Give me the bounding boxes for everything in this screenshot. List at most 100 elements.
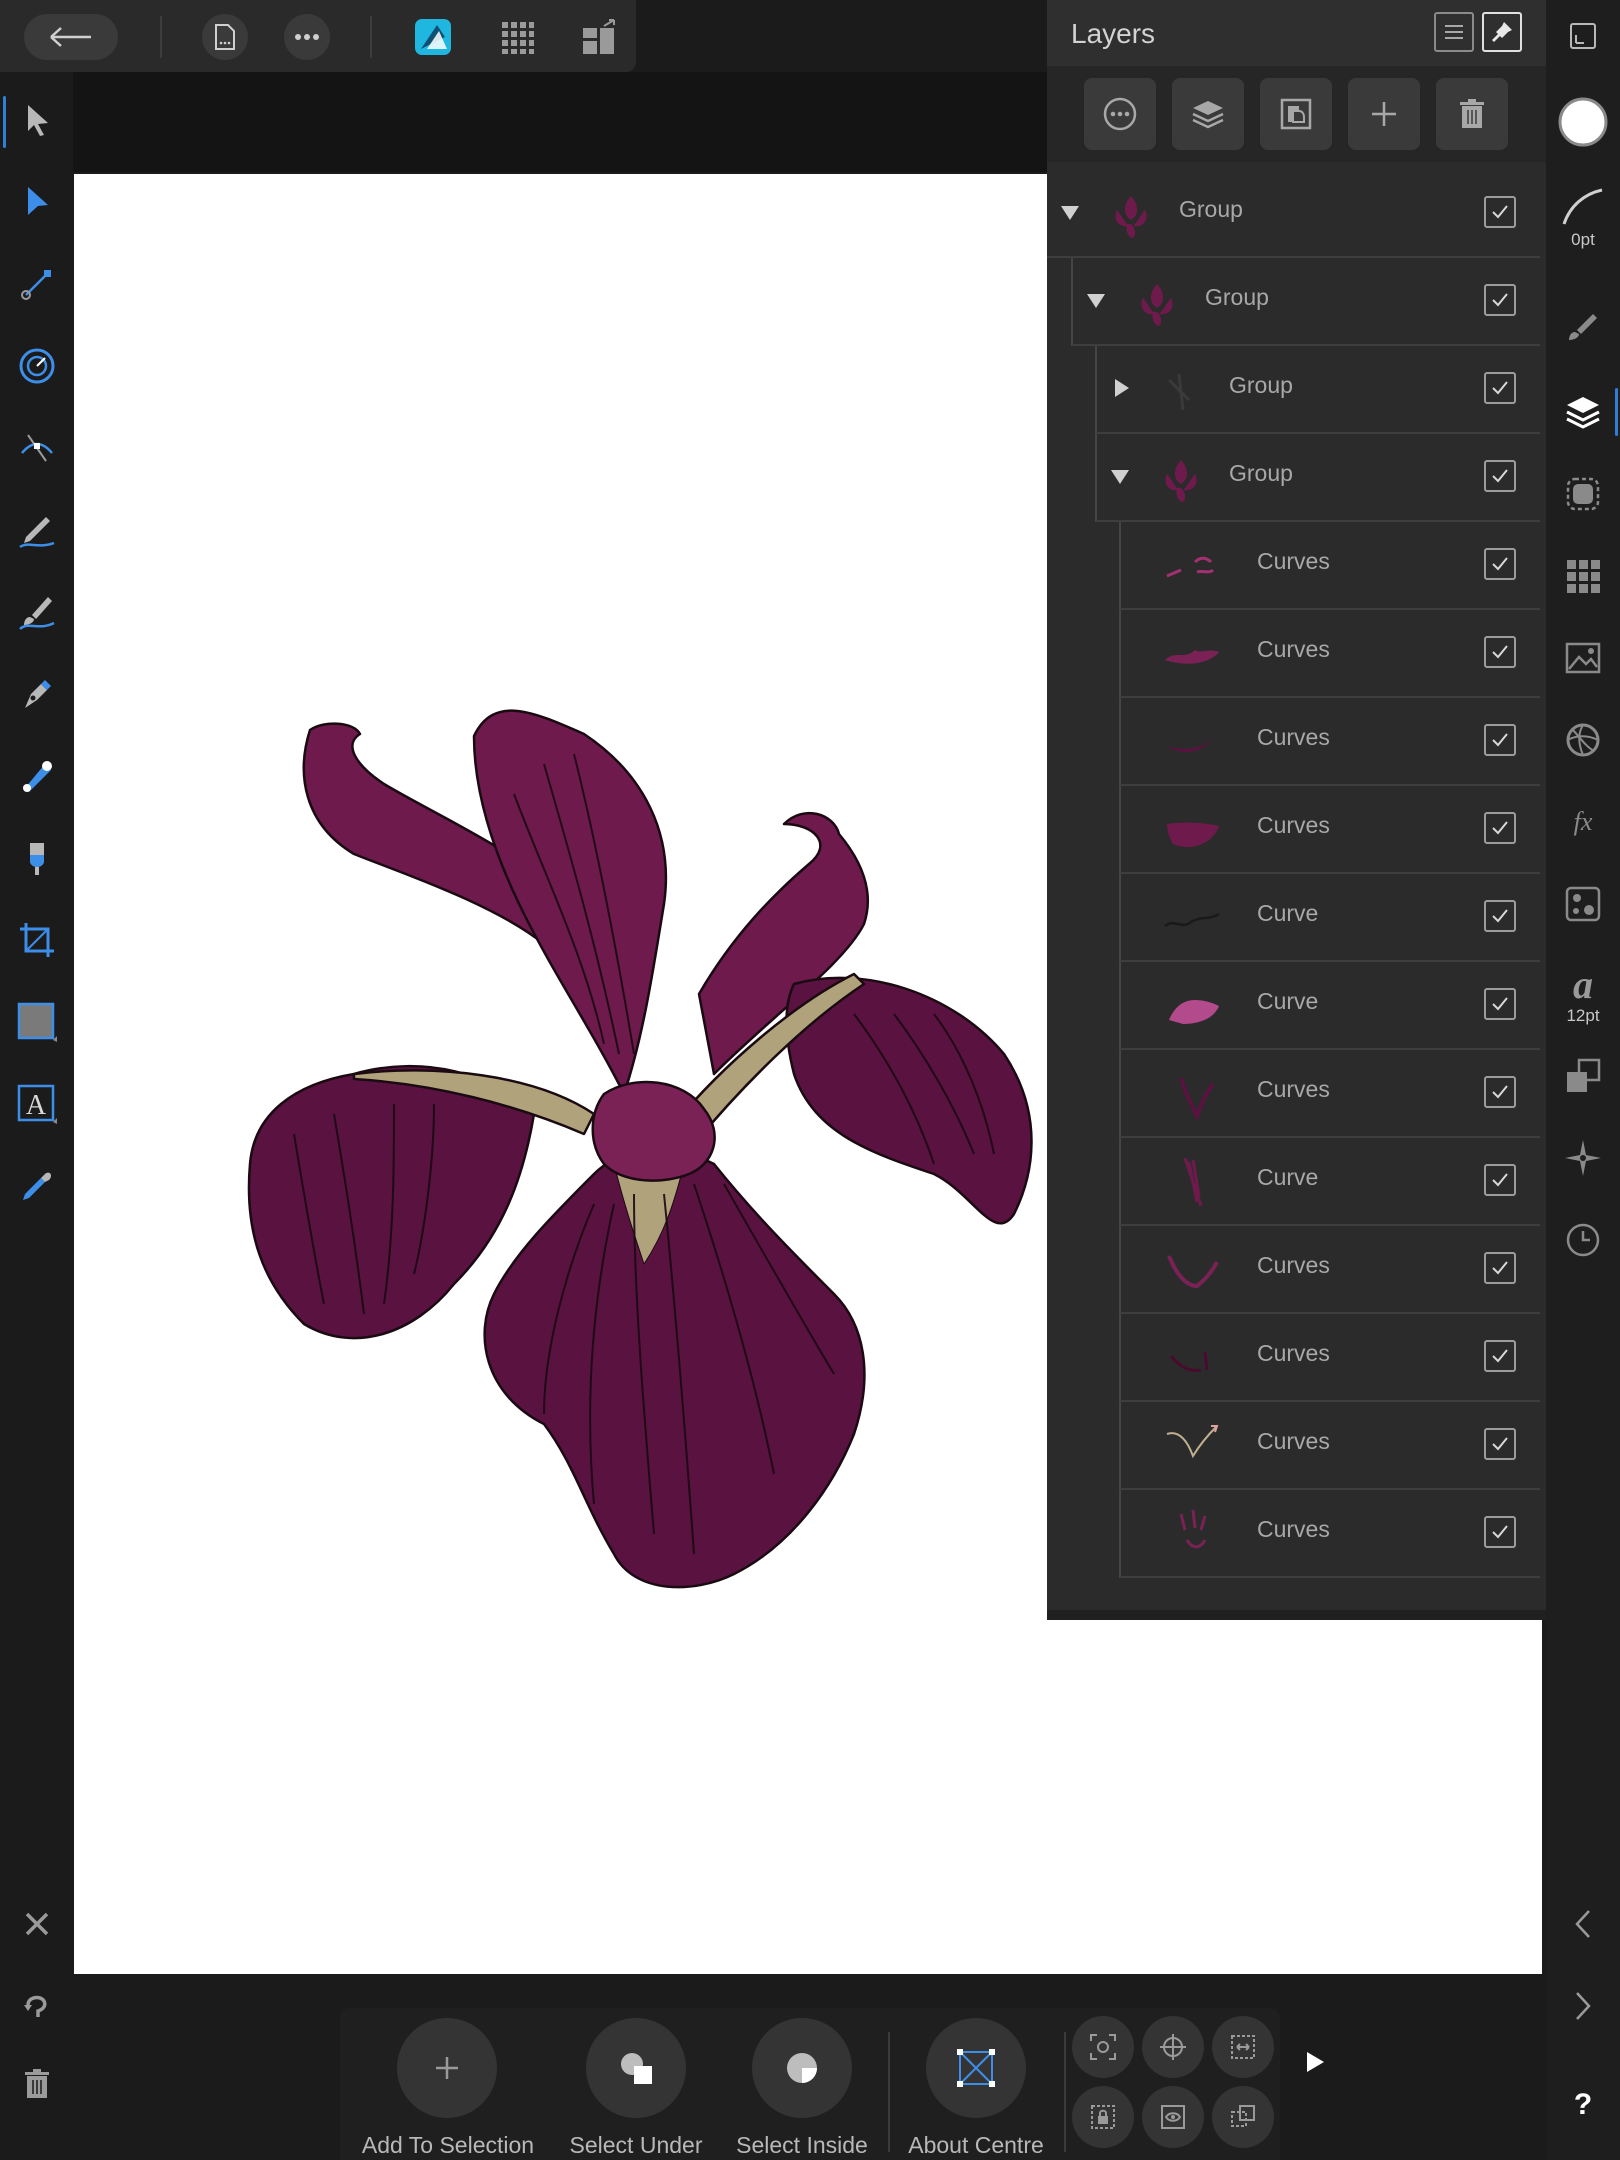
layer-row-curves[interactable]: Curves (1119, 1050, 1540, 1138)
centre-target-button[interactable] (1142, 2016, 1204, 2078)
layer-visibility-checkbox[interactable] (1484, 284, 1516, 316)
corner-tool[interactable] (12, 336, 62, 396)
artistic-text-tool[interactable]: A (12, 1074, 62, 1134)
cancel-button[interactable] (12, 1894, 62, 1954)
select-under-button[interactable] (586, 2018, 686, 2118)
stock-tab[interactable] (1546, 628, 1620, 688)
layer-row-curves[interactable]: Curve (1119, 874, 1540, 962)
layer-visibility-checkbox[interactable] (1484, 460, 1516, 492)
designer-persona-button[interactable] (410, 14, 456, 60)
layer-visibility-checkbox[interactable] (1484, 812, 1516, 844)
navigator-tab[interactable] (1546, 10, 1620, 62)
layer-visibility-checkbox[interactable] (1484, 900, 1516, 932)
context-separator (1064, 2032, 1066, 2152)
fit-width-button[interactable] (1212, 2016, 1274, 2078)
pixel-persona-button[interactable] (494, 14, 540, 60)
snapping-tab[interactable] (1546, 1128, 1620, 1188)
layers-options-button[interactable] (1434, 12, 1474, 52)
layer-visibility-checkbox[interactable] (1484, 372, 1516, 404)
add-to-selection-button[interactable] (397, 2018, 497, 2118)
export-persona-button[interactable] (576, 14, 622, 60)
next-button[interactable] (1546, 1976, 1620, 2036)
designer-persona-icon (415, 19, 451, 55)
vector-brush-tool[interactable] (12, 582, 62, 642)
layer-row-curves[interactable]: Curves (1119, 1314, 1540, 1402)
transparency-tool[interactable] (12, 828, 62, 888)
crop-tool[interactable] (12, 910, 62, 970)
layer-blend-button[interactable] (1172, 78, 1244, 150)
lock-children-button[interactable] (1072, 2086, 1134, 2148)
layer-row-curves[interactable]: Curves (1119, 698, 1540, 786)
fill-color-swatch[interactable] (1546, 90, 1620, 154)
layer-visibility-checkbox[interactable] (1484, 636, 1516, 668)
pen-tool[interactable] (12, 664, 62, 724)
brushes-tab[interactable] (1546, 296, 1620, 356)
delete-layer-button[interactable] (1436, 78, 1508, 150)
layer-row-group[interactable]: Group (1047, 170, 1540, 258)
previous-button[interactable] (1546, 1894, 1620, 1954)
expand-down-triangle-icon[interactable] (1061, 206, 1079, 220)
layer-row-curves[interactable]: Curves (1119, 1226, 1540, 1314)
layer-row-curves[interactable]: Curve (1119, 962, 1540, 1050)
layer-row-curves[interactable]: Curves (1119, 610, 1540, 698)
expand-down-triangle-icon[interactable] (1111, 470, 1129, 484)
layer-visibility-checkbox[interactable] (1484, 196, 1516, 228)
expand-down-triangle-icon[interactable] (1087, 294, 1105, 308)
layer-options-button[interactable] (1084, 78, 1156, 150)
transform-origin-button[interactable] (1212, 2086, 1274, 2148)
fill-tool[interactable] (12, 746, 62, 806)
layer-visibility-checkbox[interactable] (1484, 1076, 1516, 1108)
move-tool[interactable] (12, 90, 62, 150)
color-picker-tool[interactable] (12, 1156, 62, 1216)
pencil-tool[interactable] (12, 500, 62, 560)
layer-row-curves[interactable]: Curves (1119, 786, 1540, 874)
fx-tab[interactable]: fx (1546, 792, 1620, 852)
undo-button[interactable] (12, 1976, 62, 2036)
layer-visibility-checkbox[interactable] (1484, 1516, 1516, 1548)
pin-panel-button[interactable] (1482, 12, 1522, 52)
select-inside-button[interactable] (752, 2018, 852, 2118)
contour-tool[interactable] (12, 418, 62, 478)
transform-tab[interactable] (1546, 1046, 1620, 1106)
layer-row-group[interactable]: Group (1095, 434, 1540, 522)
layer-visibility-checkbox[interactable] (1484, 548, 1516, 580)
swatches-tab[interactable] (1546, 546, 1620, 606)
more-menu-button[interactable] (284, 14, 330, 60)
expand-context-button[interactable] (1290, 2042, 1340, 2082)
document-menu-button[interactable] (202, 14, 248, 60)
stroke-width-control[interactable]: 0pt (1546, 176, 1620, 260)
preview-button[interactable] (1142, 2086, 1204, 2148)
styles-tab[interactable] (1546, 874, 1620, 934)
layer-row-curves[interactable]: Curves (1119, 1402, 1540, 1490)
snap-selection-button[interactable] (1072, 2016, 1134, 2078)
layer-row-curves[interactable]: Curve (1119, 1138, 1540, 1226)
back-button[interactable] (24, 14, 118, 60)
node-tool[interactable] (12, 172, 62, 232)
layer-row-curves[interactable]: Curves (1119, 522, 1540, 610)
help-button[interactable]: ? (1546, 2080, 1620, 2130)
layer-visibility-checkbox[interactable] (1484, 988, 1516, 1020)
layer-visibility-checkbox[interactable] (1484, 724, 1516, 756)
rectangle-tool[interactable] (12, 992, 62, 1052)
effects-tab[interactable] (1546, 464, 1620, 524)
layer-row-curves[interactable]: Curves (1119, 1490, 1540, 1578)
layer-visibility-checkbox[interactable] (1484, 1428, 1516, 1460)
layer-row-group[interactable]: Group (1071, 258, 1540, 346)
history-tab[interactable] (1546, 1210, 1620, 1270)
layer-visibility-checkbox[interactable] (1484, 1252, 1516, 1284)
add-layer-button[interactable] (1348, 78, 1420, 150)
about-centre-button[interactable] (926, 2018, 1026, 2118)
layers-panel-edge (1047, 1610, 1546, 1620)
text-styles-tab[interactable]: a 12pt (1546, 950, 1620, 1040)
layer-row-group[interactable]: Group (1095, 346, 1540, 434)
layers-tab[interactable] (1546, 382, 1620, 442)
font-size-label: 12pt (1566, 1006, 1600, 1025)
add-layer-mask-button[interactable] (1260, 78, 1332, 150)
layer-visibility-checkbox[interactable] (1484, 1340, 1516, 1372)
delete-button[interactable] (12, 2054, 62, 2114)
transparency-icon (30, 843, 44, 875)
point-transform-tool[interactable] (12, 254, 62, 314)
layer-visibility-checkbox[interactable] (1484, 1164, 1516, 1196)
color-tab[interactable] (1546, 710, 1620, 770)
expand-right-triangle-icon[interactable] (1115, 379, 1129, 397)
